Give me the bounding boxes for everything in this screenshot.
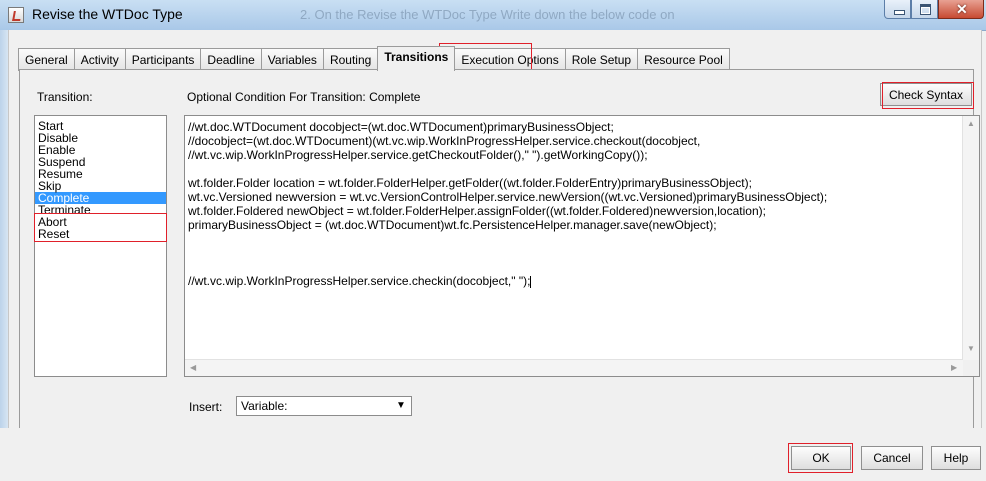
code-line: primaryBusinessObject = (wt.doc.WTDocume…	[188, 218, 717, 232]
list-item[interactable]: Reset	[35, 228, 166, 240]
code-line: wt.folder.Foldered newObject = wt.folder…	[188, 204, 766, 218]
code-line: //wt.vc.wip.WorkInProgressHelper.service…	[188, 274, 827, 288]
condition-code-editor[interactable]: //wt.doc.WTDocument docobject=(wt.doc.WT…	[184, 115, 980, 377]
scroll-up-icon[interactable]: ▲	[967, 119, 975, 128]
chevron-down-icon[interactable]: ▼	[391, 397, 411, 415]
maximize-icon	[920, 4, 931, 15]
code-line: wt.folder.Folder location = wt.folder.Fo…	[188, 176, 752, 190]
close-icon: ✕	[956, 1, 968, 17]
java-app-icon	[8, 7, 24, 23]
scrollbar-corner	[963, 360, 979, 376]
tab-execution-options[interactable]: Execution Options	[454, 48, 566, 71]
maximize-button[interactable]	[911, 0, 938, 19]
help-button[interactable]: Help	[931, 446, 981, 470]
text-caret	[530, 275, 532, 288]
scroll-right-icon[interactable]: ▶	[951, 363, 957, 372]
vertical-scrollbar[interactable]: ▲ ▼	[962, 116, 979, 360]
insert-select-value: Variable:	[241, 399, 288, 413]
scroll-down-icon[interactable]: ▼	[967, 344, 975, 353]
tab-routing[interactable]: Routing	[322, 48, 379, 71]
tab-activity[interactable]: Activity	[73, 48, 126, 71]
check-syntax-button[interactable]: Check Syntax	[880, 83, 972, 106]
background-window-text: 2. On the Revise the WTDoc Type Write do…	[300, 7, 675, 22]
title-bar: Revise the WTDoc Type 2. On the Revise t…	[0, 0, 986, 31]
code-line-text: //wt.vc.wip.WorkInProgressHelper.service…	[188, 274, 531, 288]
tab-variables[interactable]: Variables	[260, 48, 324, 71]
code-lines: //wt.doc.WTDocument docobject=(wt.doc.WT…	[188, 120, 827, 288]
tab-transitions[interactable]: Transitions	[377, 46, 456, 71]
window-title: Revise the WTDoc Type	[32, 6, 183, 22]
condition-label: Optional Condition For Transition: Compl…	[187, 90, 421, 104]
close-button[interactable]: ✕	[938, 0, 984, 19]
scroll-left-icon[interactable]: ◀	[190, 363, 196, 372]
tab-resource-pool[interactable]: Resource Pool	[637, 48, 730, 71]
ok-button[interactable]: OK	[791, 446, 851, 470]
transition-label: Transition:	[37, 90, 93, 104]
horizontal-scrollbar[interactable]: ◀ ▶	[185, 359, 963, 376]
minimize-icon	[894, 10, 905, 15]
code-line: wt.vc.Versioned newversion = wt.vc.Versi…	[188, 190, 828, 204]
code-line: //docobject=(wt.doc.WTDocument)(wt.vc.wi…	[188, 134, 701, 148]
insert-label: Insert:	[189, 400, 223, 414]
tab-participants[interactable]: Participants	[124, 48, 202, 71]
tab-bar: General Activity Participants Deadline V…	[18, 46, 730, 71]
cancel-button[interactable]: Cancel	[861, 446, 923, 470]
window-left-edge	[0, 30, 8, 428]
tab-general[interactable]: General	[18, 48, 75, 71]
tab-role-setup[interactable]: Role Setup	[564, 48, 639, 71]
code-line: //wt.doc.WTDocument docobject=(wt.doc.WT…	[188, 120, 614, 134]
minimize-button[interactable]	[884, 0, 911, 19]
transition-list[interactable]: Start Disable Enable Suspend Resume Skip…	[34, 115, 167, 377]
insert-select[interactable]: Variable: ▼	[236, 396, 412, 416]
tab-deadline[interactable]: Deadline	[200, 48, 262, 71]
code-line: //wt.vc.wip.WorkInProgressHelper.service…	[188, 148, 648, 162]
window-controls: ✕	[884, 0, 984, 22]
